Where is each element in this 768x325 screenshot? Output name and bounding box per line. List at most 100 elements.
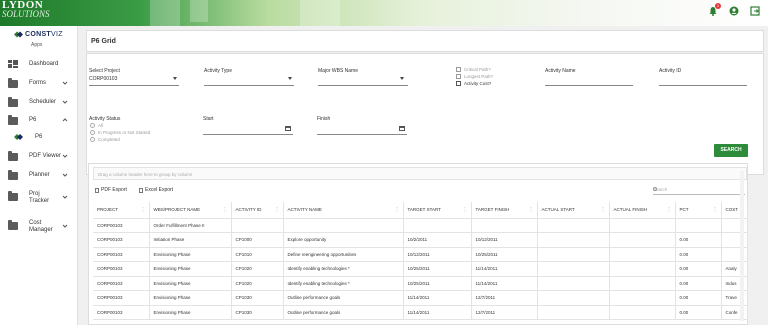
- column-header-actual-start[interactable]: ACTUAL START ⋮: [537, 202, 610, 219]
- finish-date-input[interactable]: [317, 134, 407, 135]
- search-button[interactable]: SEARCH: [714, 144, 748, 157]
- column-header-wbs-project-name[interactable]: WBS/PROJECT NAME ⋮: [149, 202, 232, 219]
- sidebar-item-p6[interactable]: P6: [0, 114, 78, 128]
- chevron-down-icon: [62, 195, 68, 199]
- activity-name-input[interactable]: [545, 85, 633, 86]
- notification-bell-icon[interactable]: 1: [708, 3, 721, 16]
- activity-id-label: Activity ID: [659, 68, 682, 74]
- cell-actual-finish: [609, 290, 676, 306]
- table-row[interactable]: CORP00103 Order Fulfillment Phase II: [93, 218, 748, 233]
- folder-icon: [8, 97, 18, 107]
- group-by-drop-zone[interactable]: Drag a column header here to group by co…: [93, 167, 747, 180]
- sidebar-subitem-p6[interactable]: P6: [0, 131, 78, 145]
- table-row[interactable]: CORP00103 Envisioning Phase CP1030 Outli…: [93, 290, 748, 306]
- table-row[interactable]: CORP00103 Envisioning Phase CP1020 Ident…: [93, 261, 748, 277]
- cell-pct: 0.00: [675, 290, 722, 306]
- table-row[interactable]: CORP00103 Initiation Phase CP1000 Explor…: [93, 232, 748, 248]
- sidebar-item-proj-tracker[interactable]: Proj Tracker: [0, 188, 78, 206]
- column-menu-icon[interactable]: ⋮: [529, 207, 534, 213]
- column-menu-icon[interactable]: ⋮: [463, 207, 468, 213]
- column-header-label: ACTIVITY NAME: [287, 207, 322, 213]
- sidebar-item-planner[interactable]: Planner: [0, 169, 78, 183]
- activity-cost-checkbox[interactable]: [456, 81, 461, 86]
- column-header-activity-name[interactable]: ACTIVITY NAME ⋮: [283, 202, 404, 219]
- sidebar-item-pdf-viewer[interactable]: PDF Viewer: [0, 150, 78, 164]
- major-wbs-dropdown[interactable]: [318, 85, 408, 86]
- column-header-activity-id[interactable]: ACTIVITY ID ⋮: [231, 202, 284, 219]
- column-header-label: PROJECT: [97, 207, 119, 213]
- grid-search-input[interactable]: Search: [653, 187, 745, 195]
- column-header-label: COST: [725, 207, 739, 213]
- column-header-project[interactable]: PROJECT ⋮: [93, 202, 150, 219]
- cell-target-finish: 10/12/2011: [471, 232, 538, 248]
- chevron-down-icon: [62, 154, 68, 158]
- status-in-progress-radio[interactable]: [90, 130, 95, 135]
- cell-actual-finish: [609, 218, 676, 233]
- start-date-input[interactable]: [203, 134, 293, 135]
- cell-activity-name: [283, 218, 404, 233]
- apps-label: Apps: [31, 42, 43, 48]
- building-graphic: [150, 0, 180, 26]
- chevron-down-icon: [62, 81, 68, 85]
- longest-path-checkbox[interactable]: [456, 74, 461, 79]
- search-icon: [653, 187, 657, 191]
- sidebar-item-label: Planner: [29, 172, 50, 178]
- calendar-icon[interactable]: [285, 126, 291, 131]
- brand-name-part2: VIZ: [51, 31, 63, 38]
- column-menu-icon[interactable]: ⋮: [223, 207, 228, 213]
- select-project-dropdown[interactable]: [89, 85, 179, 86]
- column-header-target-finish[interactable]: TARGET FINISH ⋮: [471, 202, 538, 219]
- sidebar-item-label: P6: [35, 134, 43, 140]
- cell-target-start: 11/14/2011: [403, 290, 472, 306]
- column-header-pct[interactable]: PCT ⋮: [675, 202, 722, 219]
- cell-activity-id: [231, 218, 284, 233]
- cell-target-start: 10/25/2011: [403, 261, 472, 277]
- sidebar-item-cost-manager[interactable]: Cost Manager: [0, 217, 78, 235]
- pdf-file-icon: [95, 187, 99, 193]
- activity-type-dropdown[interactable]: [204, 85, 294, 86]
- cell-actual-finish: [609, 305, 676, 320]
- cell-wbs-project-name: Envisioning Phase: [149, 290, 232, 306]
- table-row[interactable]: CORP00103 Envisioning Phase CP1020 Ident…: [93, 276, 748, 291]
- column-menu-icon[interactable]: ⋮: [395, 207, 400, 213]
- column-menu-icon[interactable]: ⋮: [713, 207, 718, 213]
- sidebar-item-dashboard[interactable]: Dashboard: [0, 58, 78, 72]
- column-menu-icon[interactable]: ⋮: [275, 207, 280, 213]
- pdf-export-button[interactable]: PDF Export: [95, 187, 127, 193]
- column-header-label: ACTIVITY ID: [235, 207, 262, 213]
- cell-project: CORP00103: [93, 232, 150, 248]
- logout-icon[interactable]: [750, 6, 760, 16]
- column-header-label: TARGET START: [407, 207, 441, 213]
- longest-path-label: Longest Path?: [464, 74, 494, 79]
- dashboard-icon: [8, 60, 18, 68]
- calendar-icon[interactable]: [399, 126, 405, 131]
- column-header-target-start[interactable]: TARGET START ⋮: [403, 202, 472, 219]
- column-menu-icon[interactable]: ⋮: [667, 207, 672, 213]
- sidebar-item-scheduler[interactable]: Scheduler: [0, 96, 78, 110]
- lydon-logo: LYDON SOLUTIONS: [2, 0, 50, 19]
- cell-project: CORP00103: [93, 290, 150, 306]
- sidebar-item-forms[interactable]: Forms: [0, 77, 78, 91]
- select-project-dropdown-icon: [173, 77, 177, 80]
- table-row[interactable]: CORP00103 Envisioning Phase CP1030 Outli…: [93, 305, 748, 320]
- user-account-icon[interactable]: [729, 6, 739, 16]
- column-menu-icon[interactable]: ⋮: [601, 207, 606, 213]
- table-vertical-scrollbar[interactable]: [740, 171, 744, 321]
- column-header-actual-finish[interactable]: ACTUAL FINISH ⋮: [609, 202, 676, 219]
- table-row[interactable]: CORP00103 Envisioning Phase CP1010 Defin…: [93, 247, 748, 262]
- activity-id-input[interactable]: [659, 85, 747, 86]
- constviz-logo-icon: [14, 31, 23, 38]
- group-by-hint: Drag a column header here to group by co…: [98, 172, 193, 177]
- sidebar-item-label: Forms: [29, 80, 46, 86]
- critical-path-checkbox[interactable]: [456, 67, 461, 72]
- activity-name-label: Activity Name: [545, 68, 576, 74]
- status-all-radio[interactable]: [90, 123, 95, 128]
- cell-wbs-project-name: Envisioning Phase: [149, 305, 232, 320]
- constviz-brand: CONSTVIZ: [13, 31, 63, 38]
- cell-actual-start: [537, 305, 610, 320]
- column-menu-icon[interactable]: ⋮: [141, 207, 146, 213]
- status-completed-radio[interactable]: [90, 137, 95, 142]
- cell-activity-id: CP1010: [231, 247, 284, 262]
- select-project-value: CORP00103: [89, 76, 118, 82]
- excel-export-button[interactable]: Excel Export: [139, 187, 173, 193]
